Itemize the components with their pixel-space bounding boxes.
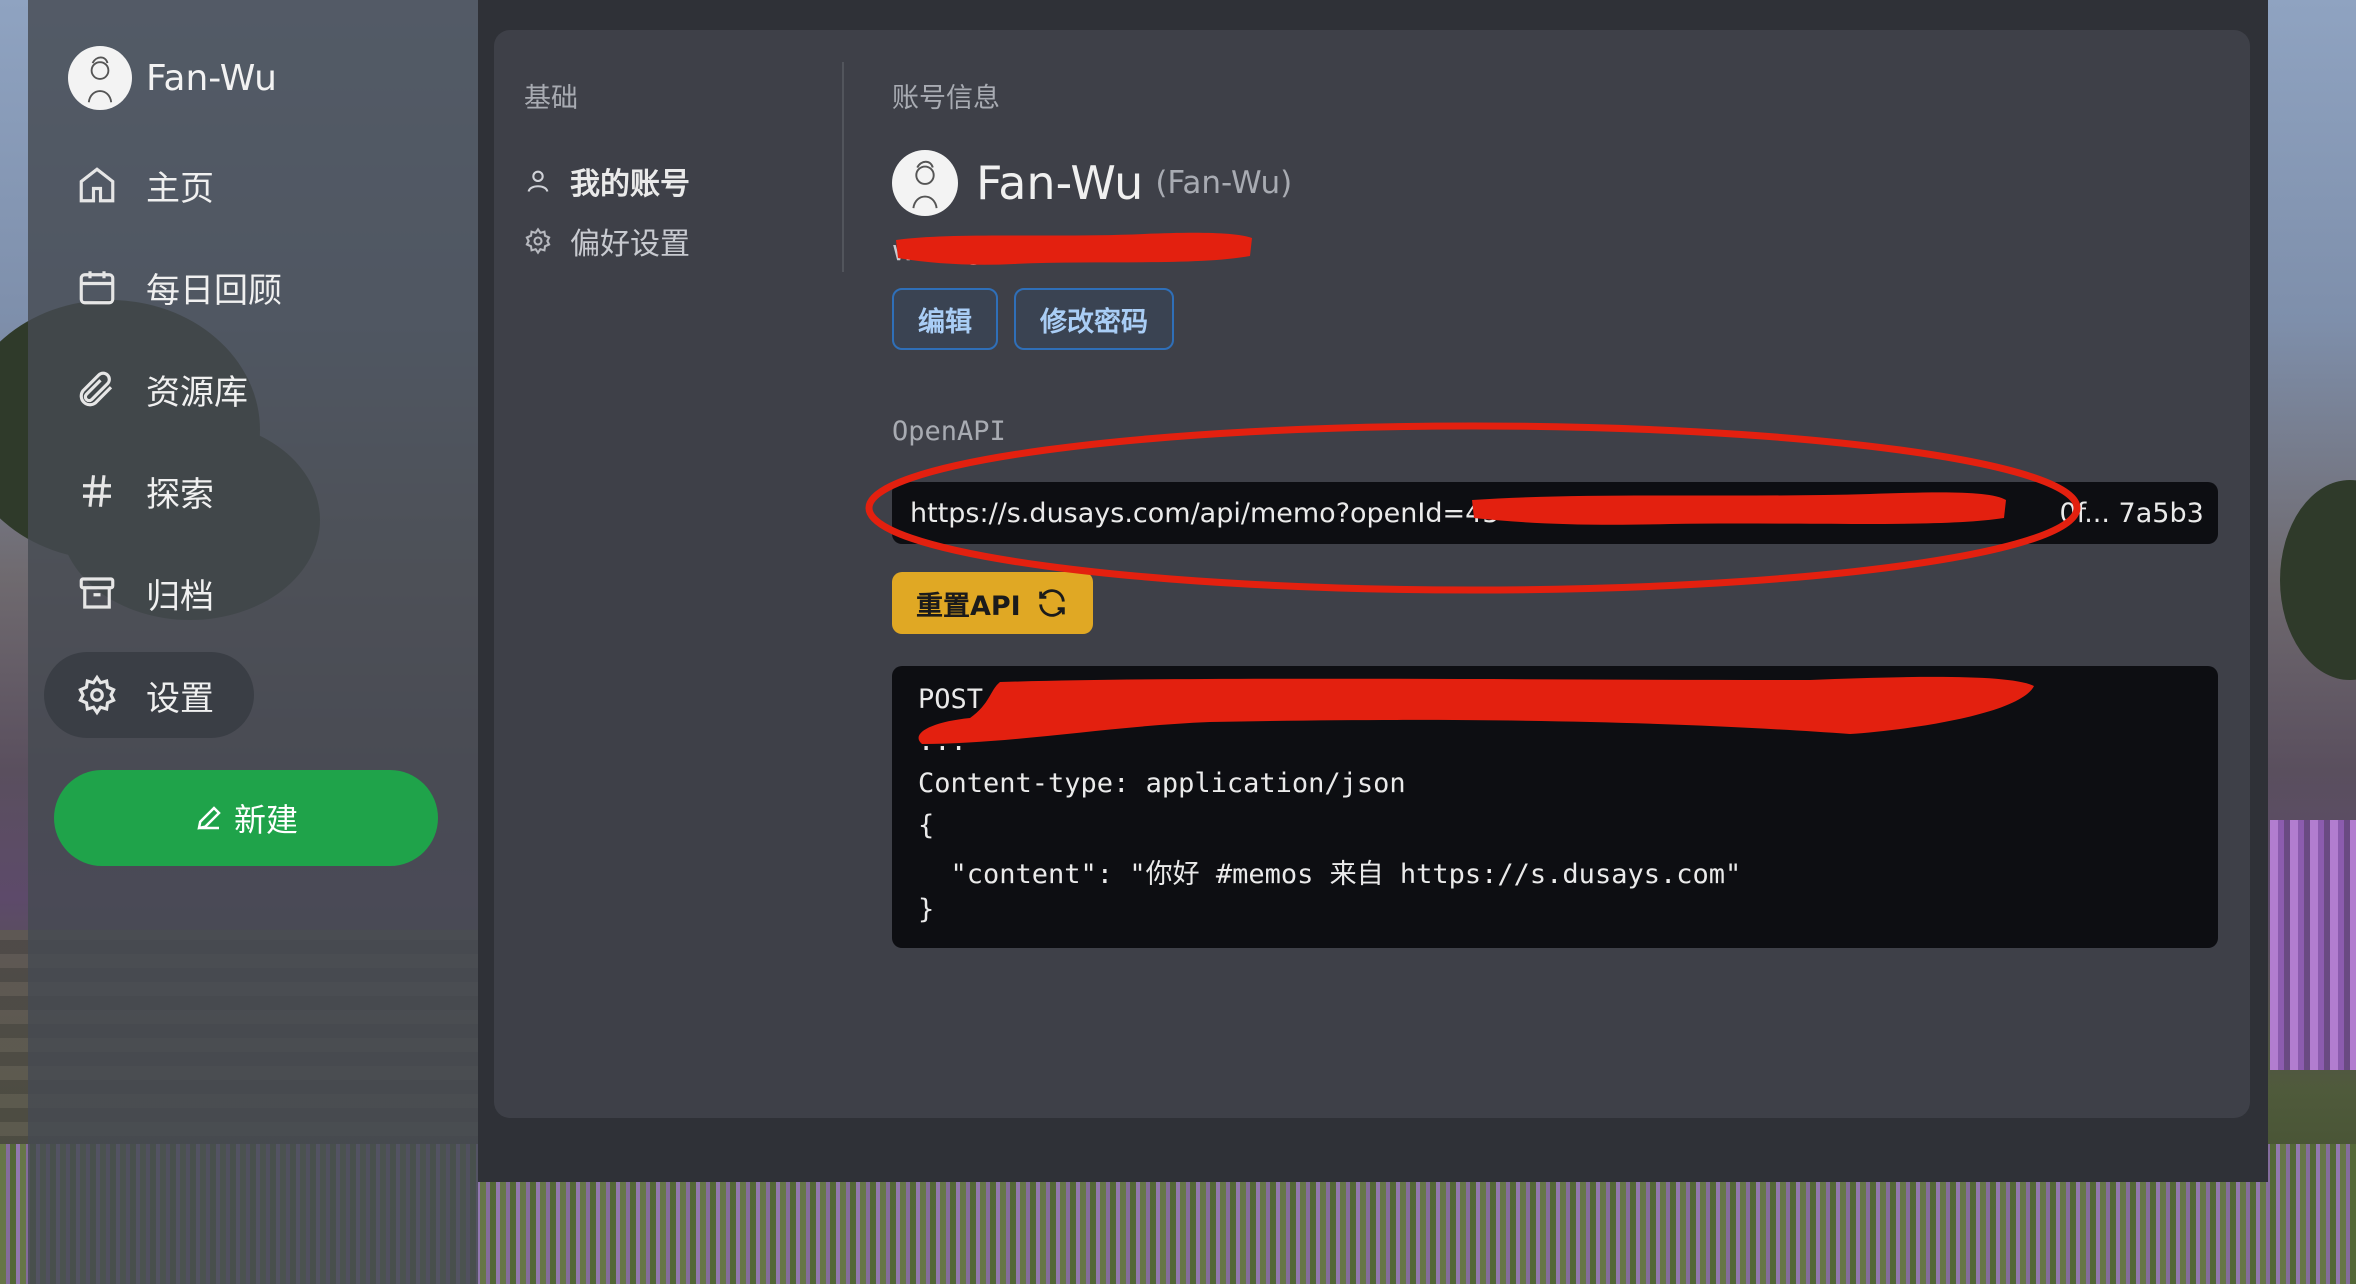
account-actions: 编辑 修改密码 xyxy=(892,288,1190,350)
pencil-icon xyxy=(197,806,221,830)
section-title: 账号信息 xyxy=(892,83,1000,114)
sidebar-item-settings[interactable]: 设置 xyxy=(44,652,254,738)
user-icon xyxy=(527,170,549,192)
settings-nav: 基础 我的账号 偏好设置 xyxy=(524,76,844,271)
refresh-icon xyxy=(1038,589,1065,617)
sidebar-item-resources[interactable]: 资源库 xyxy=(44,346,464,432)
username: (Fan-Wu) xyxy=(1155,165,1293,201)
sidebar-item-daily-review[interactable]: 每日回顾 xyxy=(44,244,464,330)
sidebar-item-archive[interactable]: 归档 xyxy=(44,550,464,636)
divider xyxy=(842,62,844,272)
edit-button[interactable]: 编辑 xyxy=(892,288,998,350)
account-content: 账号信息 Fan-Wu (Fan-Wu) wu...@163... 编辑 修改密… xyxy=(892,76,2220,948)
settings-nav-label: 我的账号 xyxy=(570,167,690,202)
code-line: Content-type: application/json xyxy=(918,768,1406,799)
sidebar-item-label: 探索 xyxy=(146,474,214,515)
settings-group-title: 基础 xyxy=(524,83,578,114)
openapi-url-text: https://s.dusays.com/api/memo?openId=45 xyxy=(910,497,1500,529)
change-password-button[interactable]: 修改密码 xyxy=(1014,288,1174,350)
reset-api-label: 重置API xyxy=(916,590,1021,622)
archive-icon xyxy=(74,570,120,616)
code-line: POST ht... xyxy=(918,684,1081,715)
hash-icon xyxy=(74,468,120,514)
profile-header: Fan-Wu (Fan-Wu) xyxy=(892,150,1292,216)
sidebar-item-label: 资源库 xyxy=(146,372,248,413)
api-example-code: POST ht... ... Content-type: application… xyxy=(892,666,2218,948)
sidebar-item-label: 设置 xyxy=(146,678,214,719)
reset-api-button[interactable]: 重置API xyxy=(892,572,1093,634)
sidebar-item-explore[interactable]: 探索 xyxy=(44,448,464,534)
code-line: } xyxy=(918,894,935,925)
sidebar-item-label: 主页 xyxy=(146,168,214,209)
sidebar-nav: 主页 每日回顾 资源库 探索 归档 设置 xyxy=(44,142,464,754)
gear-icon xyxy=(74,672,120,718)
settings-nav-my-account[interactable]: 我的账号 xyxy=(524,151,844,211)
code-line: ... xyxy=(918,726,967,757)
paperclip-icon xyxy=(74,366,120,412)
settings-nav-label: 偏好设置 xyxy=(570,227,690,262)
sidebar-item-home[interactable]: 主页 xyxy=(44,142,464,228)
calendar-icon xyxy=(74,264,120,310)
brand[interactable]: Fan-Wu xyxy=(68,46,277,110)
gear-icon xyxy=(525,227,551,255)
avatar xyxy=(892,150,958,216)
sidebar-item-label: 每日回顾 xyxy=(146,270,282,311)
openapi-url-tail: 0f... 7a5b3 xyxy=(2059,497,2204,529)
home-icon xyxy=(74,162,120,208)
redaction-scribble xyxy=(896,232,1252,265)
sidebar: Fan-Wu 主页 每日回顾 资源库 探索 归档 设置 新建 xyxy=(28,0,478,1284)
sidebar-item-label: 归档 xyxy=(146,576,214,617)
display-name: Fan-Wu xyxy=(976,156,1144,210)
new-memo-label: 新建 xyxy=(233,801,298,839)
openapi-label: OpenAPI xyxy=(892,416,1006,447)
code-line: "content": "你好 #memos 来自 https://s.dusay… xyxy=(918,859,1742,890)
brand-name: Fan-Wu xyxy=(146,57,277,99)
settings-nav-preferences[interactable]: 偏好设置 xyxy=(524,211,844,271)
new-memo-button[interactable]: 新建 xyxy=(54,770,438,866)
avatar xyxy=(68,46,132,110)
openapi-url[interactable]: https://s.dusays.com/api/memo?openId=45 … xyxy=(892,482,2218,544)
code-line: { xyxy=(918,810,935,841)
